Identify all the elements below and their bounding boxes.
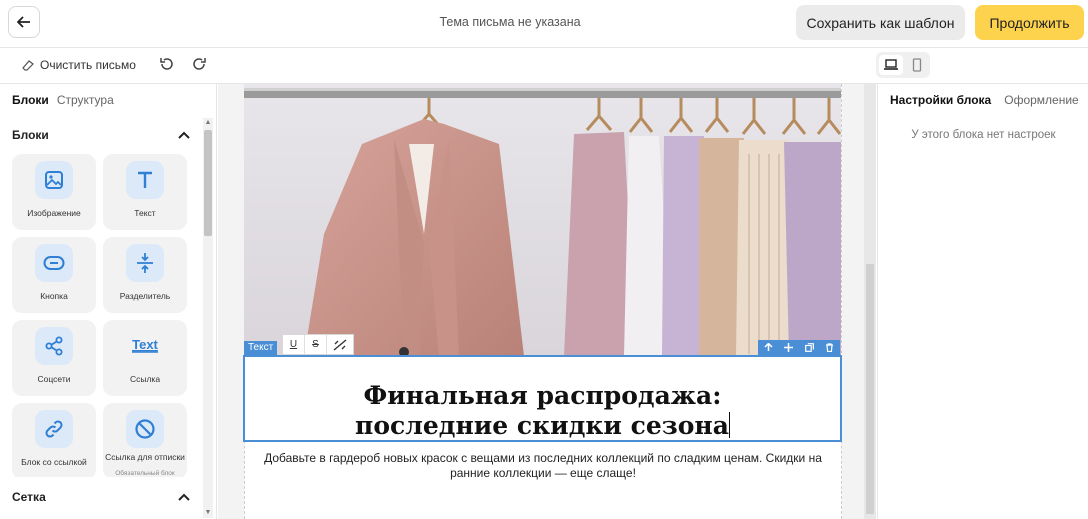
- left-scrollbar[interactable]: ▲ ▼: [203, 118, 213, 518]
- desktop-view-button[interactable]: [879, 55, 903, 75]
- undo-button[interactable]: [160, 57, 174, 76]
- redo-icon: [193, 58, 206, 70]
- delete-button[interactable]: [823, 341, 837, 355]
- strikethrough-button[interactable]: S: [305, 335, 327, 354]
- editor-toolbar: Очистить письмо: [0, 48, 1088, 84]
- tile-link-block[interactable]: Блок со ссылкой: [12, 403, 96, 477]
- no-settings-message: У этого блока нет настроек: [911, 129, 1056, 141]
- tile-divider-label: Разделитель: [119, 291, 171, 301]
- device-switch: [876, 52, 930, 78]
- save-as-template-button[interactable]: Сохранить как шаблон: [796, 5, 965, 40]
- format-toolbar: U S: [282, 334, 354, 355]
- text-caret: [728, 412, 730, 438]
- tile-text-label: Текст: [134, 208, 156, 218]
- tile-button[interactable]: Кнопка: [12, 237, 96, 313]
- svg-text:Text: Text: [132, 337, 158, 352]
- text-icon: [126, 161, 164, 199]
- strikethrough-label: S: [312, 339, 319, 350]
- move-icon: [784, 343, 794, 352]
- section-grid-title: Сетка: [12, 490, 46, 504]
- tile-social[interactable]: Соцсети: [12, 320, 96, 396]
- duplicate-button[interactable]: [802, 341, 816, 355]
- heading-line-1: Финальная распродажа:: [363, 381, 722, 410]
- tile-unsubscribe[interactable]: Ссылка для отписки Обязательный блок: [103, 403, 187, 477]
- trash-icon: [826, 343, 834, 352]
- mobile-view-button[interactable]: [906, 55, 928, 75]
- section-grid-header[interactable]: Сетка: [12, 490, 190, 504]
- block-actions: [758, 340, 840, 355]
- chevron-up-icon: [178, 493, 190, 501]
- move-up-button[interactable]: [761, 341, 775, 355]
- link-text-icon: Text: [126, 327, 164, 365]
- tile-button-label: Кнопка: [40, 291, 68, 301]
- tile-unsubscribe-label: Ссылка для отписки: [105, 452, 185, 462]
- email-heading[interactable]: Финальная распродажа: последние скидки с…: [245, 381, 840, 441]
- tile-link-label: Ссылка: [129, 374, 161, 384]
- tile-social-label: Соцсети: [37, 374, 71, 384]
- undo-icon: [160, 58, 173, 70]
- tile-image[interactable]: Изображение: [12, 154, 96, 230]
- tab-appearance[interactable]: Оформление: [1004, 93, 1078, 107]
- clear-email-label: Очистить письмо: [40, 58, 136, 72]
- blocks-panel: Блоки Структура Блоки Изображение Текст …: [0, 84, 217, 519]
- button-icon: [35, 244, 73, 282]
- right-tabs: Настройки блока Оформление: [890, 93, 1079, 107]
- redo-button[interactable]: [192, 57, 206, 76]
- phone-icon: [912, 58, 922, 72]
- drag-button[interactable]: [782, 341, 796, 355]
- clear-email-button[interactable]: Очистить письмо: [22, 58, 136, 72]
- settings-panel: Настройки блока Оформление У этого блока…: [877, 84, 1088, 519]
- underline-label: U: [289, 339, 298, 350]
- laptop-icon: [884, 59, 898, 70]
- block-type-tag: Текст: [244, 341, 278, 355]
- tile-divider[interactable]: Разделитель: [103, 237, 187, 313]
- heading-line-2: последние скидки сезона: [355, 411, 729, 440]
- continue-button[interactable]: Продолжить: [975, 5, 1084, 40]
- eraser-icon: [22, 60, 34, 71]
- copy-icon: [804, 343, 814, 352]
- scroll-up-arrow-icon[interactable]: ▲: [203, 118, 213, 128]
- tile-link[interactable]: Text Ссылка: [103, 320, 187, 396]
- unlink-icon: [333, 338, 347, 351]
- hero-image[interactable]: [244, 84, 841, 356]
- unlink-button[interactable]: [327, 335, 353, 354]
- link-icon: [35, 410, 73, 448]
- section-blocks-title: Блоки: [12, 128, 49, 142]
- scroll-down-arrow-icon[interactable]: ▼: [203, 508, 213, 518]
- canvas-scrollbar[interactable]: [864, 84, 876, 519]
- left-scroll-thumb[interactable]: [204, 130, 212, 236]
- share-icon: [35, 327, 73, 365]
- top-bar: Тема письма не указана Сохранить как шаб…: [0, 0, 1088, 48]
- tab-structure[interactable]: Структура: [57, 93, 114, 107]
- underline-button[interactable]: U: [283, 335, 305, 354]
- divider-icon: [126, 244, 164, 282]
- tab-blocks[interactable]: Блоки: [12, 93, 49, 107]
- text-block-selected[interactable]: Финальная распродажа: последние скидки с…: [243, 355, 842, 442]
- block-tiles: Изображение Текст Кнопка Разделитель Соц…: [12, 154, 192, 477]
- clothes-rack-image: [244, 84, 841, 356]
- canvas-scroll-thumb[interactable]: [866, 264, 874, 514]
- tile-link-block-label: Блок со ссылкой: [21, 457, 87, 467]
- unsubscribe-icon: [126, 410, 164, 448]
- arrow-up-icon: [764, 343, 773, 351]
- tile-unsubscribe-note: Обязательный блок: [115, 470, 175, 477]
- left-tabs: Блоки Структура: [12, 93, 114, 107]
- tab-block-settings[interactable]: Настройки блока: [890, 93, 991, 107]
- tile-text[interactable]: Текст: [103, 154, 187, 230]
- section-blocks-header[interactable]: Блоки: [12, 128, 190, 142]
- tile-image-label: Изображение: [27, 208, 81, 218]
- image-icon: [35, 161, 73, 199]
- chevron-up-icon: [178, 131, 190, 139]
- email-description[interactable]: Добавьте в гардероб новых красок с вещам…: [248, 451, 838, 481]
